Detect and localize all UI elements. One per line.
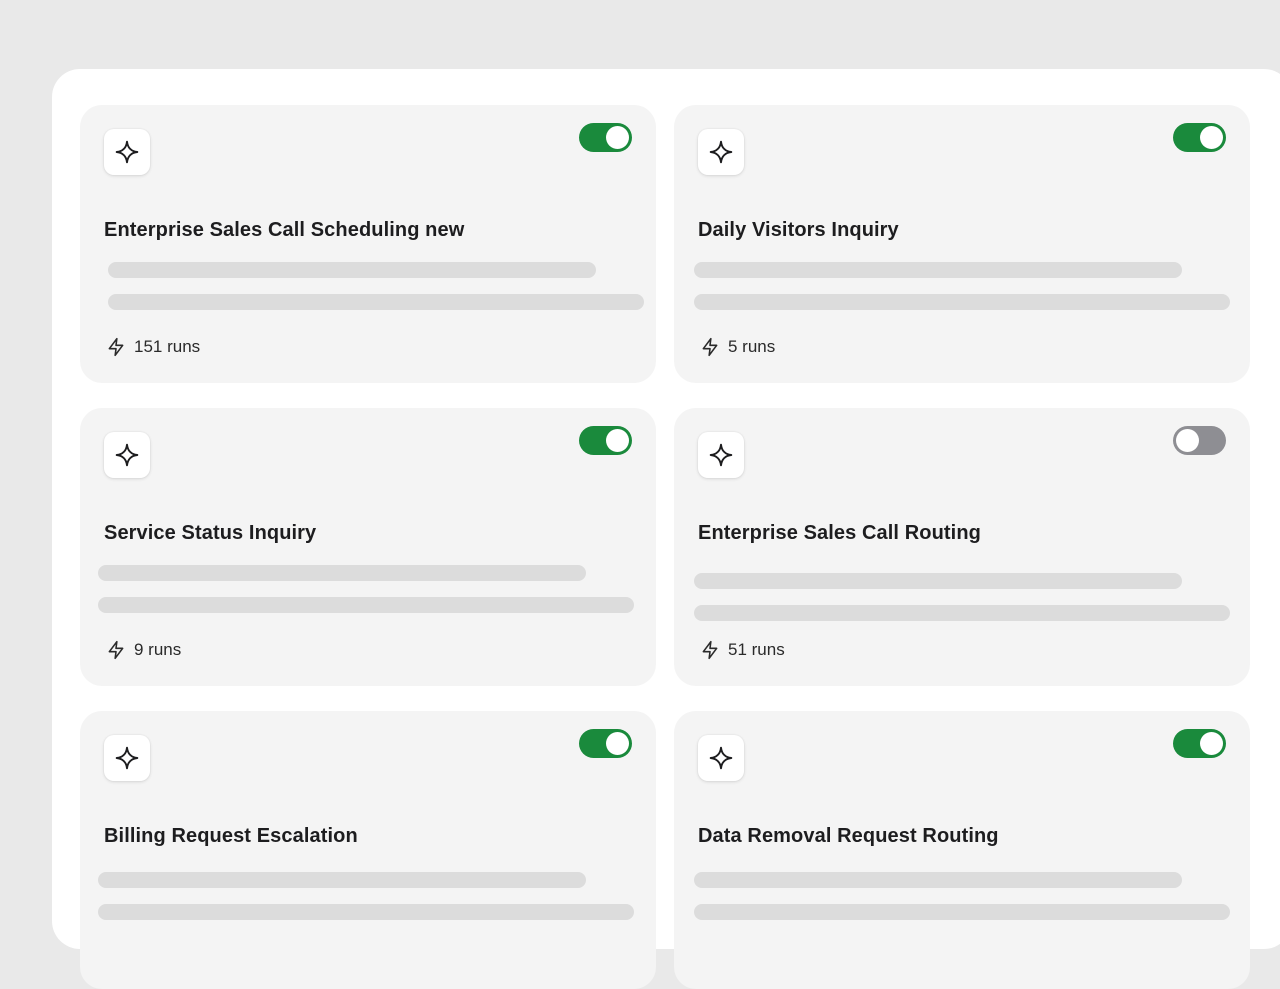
- automation-card[interactable]: Service Status Inquiry 9 runs: [80, 408, 656, 686]
- toggle-knob: [606, 126, 629, 149]
- enable-toggle[interactable]: [579, 426, 632, 455]
- description-placeholder: [98, 565, 586, 581]
- sparkle-icon: [104, 129, 150, 175]
- run-count: 151 runs: [106, 336, 200, 358]
- lightning-icon: [108, 337, 124, 357]
- sparkle-icon: [698, 432, 744, 478]
- run-count-label: 151 runs: [134, 337, 201, 356]
- run-count: 9 runs: [106, 639, 181, 661]
- automation-card[interactable]: Billing Request Escalation: [80, 711, 656, 989]
- description-placeholder: [694, 262, 1182, 278]
- enable-toggle[interactable]: [579, 123, 632, 152]
- card-title: Billing Request Escalation: [104, 825, 358, 847]
- lightning-icon: [108, 640, 124, 660]
- description-placeholder: [108, 294, 644, 310]
- enable-toggle[interactable]: [1173, 729, 1226, 758]
- description-placeholder: [98, 904, 634, 920]
- card-title: Daily Visitors Inquiry: [698, 219, 899, 241]
- description-placeholder: [694, 872, 1182, 888]
- sparkle-icon: [698, 735, 744, 781]
- description-placeholder: [108, 262, 596, 278]
- run-count-label: 9 runs: [134, 640, 182, 659]
- toggle-knob: [1176, 429, 1199, 452]
- automation-card[interactable]: Data Removal Request Routing: [674, 711, 1250, 989]
- toggle-knob: [606, 732, 629, 755]
- run-count: 5 runs: [700, 336, 775, 358]
- automation-card[interactable]: Enterprise Sales Call Scheduling new 151…: [80, 105, 656, 383]
- automation-card[interactable]: Daily Visitors Inquiry 5 runs: [674, 105, 1250, 383]
- description-placeholder: [98, 597, 634, 613]
- lightning-icon: [702, 337, 718, 357]
- run-count-label: 5 runs: [728, 337, 776, 356]
- description-placeholder: [694, 904, 1230, 920]
- description-placeholder: [694, 294, 1230, 310]
- card-title: Enterprise Sales Call Scheduling new: [104, 219, 465, 241]
- card-title: Data Removal Request Routing: [698, 825, 999, 847]
- description-placeholder: [694, 605, 1230, 621]
- toggle-knob: [1200, 732, 1223, 755]
- automations-panel: Enterprise Sales Call Scheduling new 151…: [52, 69, 1280, 989]
- sparkle-icon: [698, 129, 744, 175]
- enable-toggle[interactable]: [579, 729, 632, 758]
- description-placeholder: [694, 573, 1182, 589]
- automation-card[interactable]: Enterprise Sales Call Routing 51 runs: [674, 408, 1250, 686]
- enable-toggle[interactable]: [1173, 123, 1226, 152]
- toggle-knob: [606, 429, 629, 452]
- toggle-knob: [1200, 126, 1223, 149]
- enable-toggle[interactable]: [1173, 426, 1226, 455]
- run-count: 51 runs: [700, 639, 785, 661]
- lightning-icon: [702, 640, 718, 660]
- card-title: Enterprise Sales Call Routing: [698, 522, 981, 544]
- run-count-label: 51 runs: [728, 640, 785, 659]
- description-placeholder: [98, 872, 586, 888]
- card-title: Service Status Inquiry: [104, 522, 317, 544]
- sparkle-icon: [104, 432, 150, 478]
- sparkle-icon: [104, 735, 150, 781]
